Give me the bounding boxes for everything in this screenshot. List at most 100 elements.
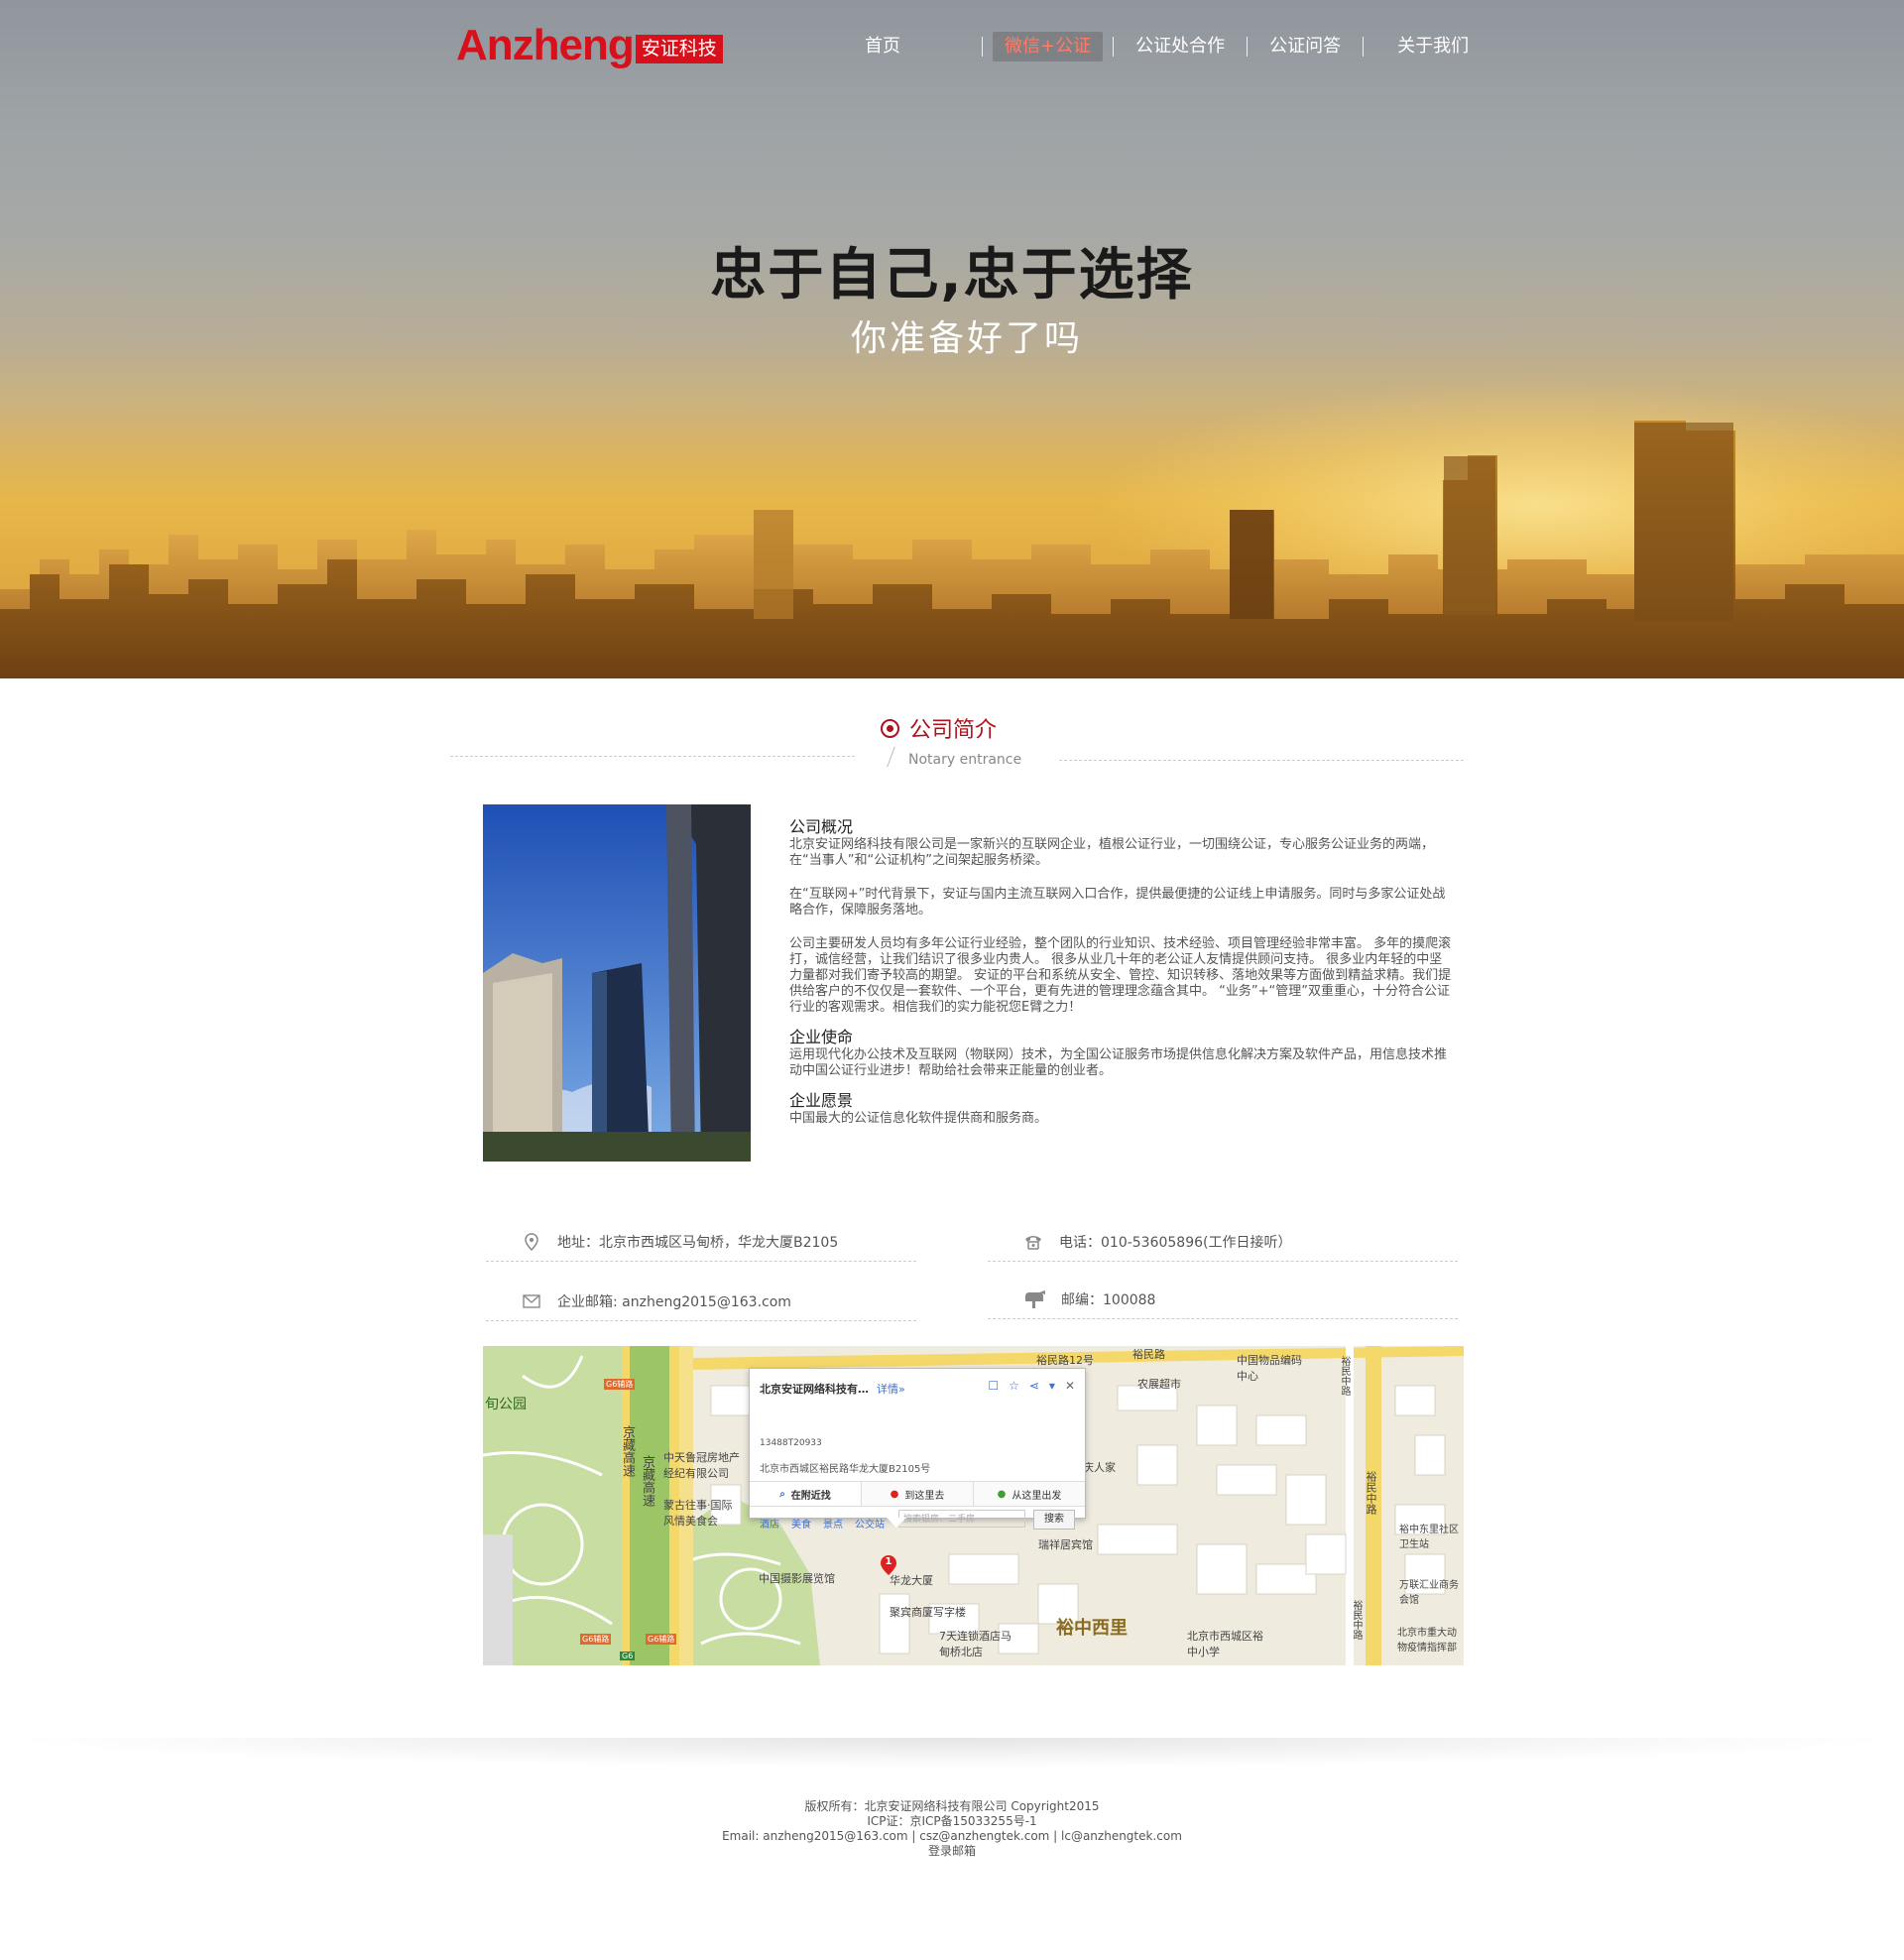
popup-phone: 13488T20933 — [760, 1438, 822, 1448]
map-label-highway: 京藏高速 — [620, 1425, 635, 1477]
popup-category-links: 酒店 美食 景点 公交站 — [760, 1516, 885, 1531]
map-label-park: 旬公园 — [485, 1397, 527, 1412]
divider-line — [1059, 760, 1464, 761]
postcode-text: 邮编：100088 — [1061, 1291, 1156, 1308]
chevron-down-icon[interactable]: ▾ — [1049, 1379, 1055, 1393]
nav-divider — [1113, 37, 1115, 57]
map-label-highway: 京藏高速 — [640, 1455, 654, 1507]
map-label-hotel: 瑞祥居宾馆 — [1038, 1538, 1093, 1551]
contact-email: 企业邮箱: anzheng2015@163.com — [486, 1282, 916, 1321]
overview-paragraph: 在“互联网+”时代背景下，安证与国内主流互联网入口合作，提供最便捷的公证线上申请… — [789, 887, 1446, 918]
tab-go-here[interactable]: ● 到这里去 — [862, 1482, 974, 1506]
map-label-road: 裕民路 — [1132, 1348, 1165, 1361]
mission-paragraph: 运用现代化办公技术及互联网（物联网）技术，为全国公证服务市场提供信息化解决方案及… — [789, 1047, 1448, 1078]
map-label-g6: G6 — [620, 1652, 636, 1660]
telephone-icon — [1021, 1232, 1045, 1252]
brand-name-cn: 安证科技 — [635, 35, 723, 63]
tab-nearby[interactable]: ⌕ 在附近找 — [750, 1482, 862, 1506]
footer-icp[interactable]: ICP证：京ICP备15033255号-1 — [0, 1814, 1904, 1829]
nav-item-home[interactable]: 首页 — [853, 32, 912, 61]
map-label-area: 裕中西里 — [1056, 1618, 1128, 1639]
popup-pointer — [887, 1518, 906, 1528]
link-bus[interactable]: 公交站 — [855, 1516, 885, 1531]
hero-title: 忠于自己,忠于选择 — [710, 243, 1194, 307]
nav-divider — [1247, 37, 1249, 57]
contact-postcode: 邮编：100088 — [988, 1280, 1458, 1319]
map-label-photo: 中国摄影展览馆 — [759, 1572, 835, 1585]
footer: 版权所有：北京安证网络科技有限公司 Copyright2015 ICP证：京IC… — [0, 1799, 1904, 1859]
link-food[interactable]: 美食 — [791, 1516, 811, 1531]
footer-login-link[interactable]: 登录邮箱 — [0, 1844, 1904, 1859]
map-label-office: 北京市重大动物疫情指挥部 — [1397, 1628, 1457, 1654]
pin-red-icon: ● — [890, 1488, 899, 1500]
pin-green-icon: ● — [997, 1488, 1007, 1500]
footer-copyright: 版权所有：北京安证网络科技有限公司 Copyright2015 — [804, 1799, 1100, 1813]
popup-search-input[interactable]: 搜索银房、二手房 — [898, 1510, 1025, 1528]
footer-divider — [0, 1738, 1904, 1768]
star-icon[interactable]: ☆ — [1009, 1379, 1019, 1393]
popup-address: 北京市西城区裕民路华龙大厦B2105号 — [760, 1464, 931, 1475]
map-label-g6-aux: G6辅路 — [604, 1379, 636, 1390]
map-marker-icon[interactable]: 1 — [880, 1554, 897, 1576]
company-building-photo — [483, 804, 751, 1162]
target-icon — [881, 718, 899, 738]
map-label-restaurant: 蒙古往事·国际风情美食会 — [663, 1499, 733, 1528]
overview-paragraph: 北京安证网络科技有限公司是一家新兴的互联网企业，植根公证行业，一切围绕公证，专心… — [789, 837, 1435, 868]
search-icon: ⌕ — [779, 1488, 785, 1500]
map-label-g6-aux: G6辅路 — [580, 1634, 612, 1645]
map-label-community: 裕中东里社区卫生站 — [1399, 1525, 1459, 1550]
popup-detail-link[interactable]: 详情» — [877, 1381, 905, 1397]
map-label-bus-stop: 裕民路12号 — [1036, 1354, 1094, 1367]
section-title: 公司简介 — [909, 718, 998, 743]
map-label-road-right: 裕民中路 — [1351, 1600, 1362, 1640]
tab-start-here[interactable]: ● 从这里出发 — [974, 1482, 1085, 1506]
nav-item-faq[interactable]: 公证问答 — [1257, 32, 1353, 61]
map-label-realty: 中天鲁冠房地产经纪有限公司 — [663, 1451, 740, 1480]
phone-icon[interactable]: ☐ — [988, 1379, 999, 1393]
tab-start-here-label: 从这里出发 — [1012, 1490, 1062, 1502]
location-map[interactable]: 旬公园 裕民路 裕民路12号 中国物品编码中心 农展超市 京藏高速 京藏高速 中… — [483, 1346, 1464, 1665]
map-info-popup: 北京安证网络科技有… 详情» ☐ ☆ ⋖ ▾ ✕ 13488T20933 北京市… — [749, 1368, 1086, 1531]
map-label-people: 庆人家 — [1083, 1461, 1116, 1474]
share-icon[interactable]: ⋖ — [1029, 1379, 1039, 1393]
close-icon[interactable]: ✕ — [1065, 1379, 1075, 1393]
contact-address: 地址：北京市西城区马甸桥，华龙大厦B2105 — [486, 1222, 916, 1262]
address-text: 地址：北京市西城区马甸桥，华龙大厦B2105 — [557, 1234, 839, 1251]
popup-tabs: ⌕ 在附近找 ● 到这里去 ● 从这里出发 — [750, 1481, 1085, 1507]
link-sights[interactable]: 景点 — [823, 1516, 843, 1531]
brand-logo[interactable]: Anzheng 安证科技 — [456, 22, 723, 67]
nav-item-wechat-notary[interactable]: 微信+公证 — [993, 32, 1104, 61]
section-header: 公司简介 Notary entrance — [0, 712, 1904, 772]
contact-phone: 电话：010-53605896(工作日接听） — [988, 1222, 1458, 1262]
city-skyline — [0, 421, 1904, 678]
map-label-school: 北京市西城区裕中小学 — [1187, 1630, 1263, 1658]
divider-slash — [887, 746, 895, 768]
nav-item-cooperation[interactable]: 公证处合作 — [1124, 32, 1237, 61]
map-label-road-right: 裕民中路 — [1339, 1356, 1350, 1396]
marker-number: 1 — [885, 1556, 892, 1567]
nav-divider — [982, 37, 983, 57]
section-subtitle: Notary entrance — [908, 752, 1022, 768]
popup-search-button[interactable]: 搜索 — [1033, 1510, 1075, 1530]
about-content: 公司概况 北京安证网络科技有限公司是一家新兴的互联网企业，植根公证行业，一切围绕… — [789, 817, 1454, 1127]
hero-banner: Anzheng 安证科技 首页 微信+公证 公证处合作 公证问答 关于我们 忠于… — [0, 0, 1904, 678]
map-label-g6-aux: G6辅路 — [646, 1634, 677, 1645]
popup-toolbar: ☐ ☆ ⋖ ▾ ✕ — [988, 1379, 1075, 1393]
section-title-wrap: 公司简介 — [881, 712, 997, 744]
brand-name-en: Anzheng — [456, 21, 635, 69]
vision-paragraph: 中国最大的公证信息化软件提供商和服务商。 — [789, 1111, 1048, 1126]
tab-go-here-label: 到这里去 — [904, 1490, 945, 1502]
divider-line — [450, 756, 855, 757]
link-hotel[interactable]: 酒店 — [760, 1516, 779, 1531]
popup-title: 北京安证网络科技有… — [760, 1383, 869, 1396]
mission-heading: 企业使命 — [789, 1028, 854, 1046]
phone-text: 电话：010-53605896(工作日接听） — [1059, 1234, 1292, 1251]
map-label-market: 农展超市 — [1137, 1378, 1181, 1391]
footer-emails[interactable]: Email: anzheng2015@163.com | csz@anzheng… — [0, 1829, 1904, 1844]
nav-item-about[interactable]: 关于我们 — [1385, 32, 1481, 61]
email-text[interactable]: 企业邮箱: anzheng2015@163.com — [557, 1291, 791, 1311]
map-label-road-right: 裕民中路 — [1365, 1471, 1377, 1515]
map-label-tower: 聚宾商厦写字楼 — [890, 1606, 966, 1619]
overview-heading: 公司概况 — [789, 817, 854, 836]
mailbox-icon — [1023, 1289, 1047, 1309]
